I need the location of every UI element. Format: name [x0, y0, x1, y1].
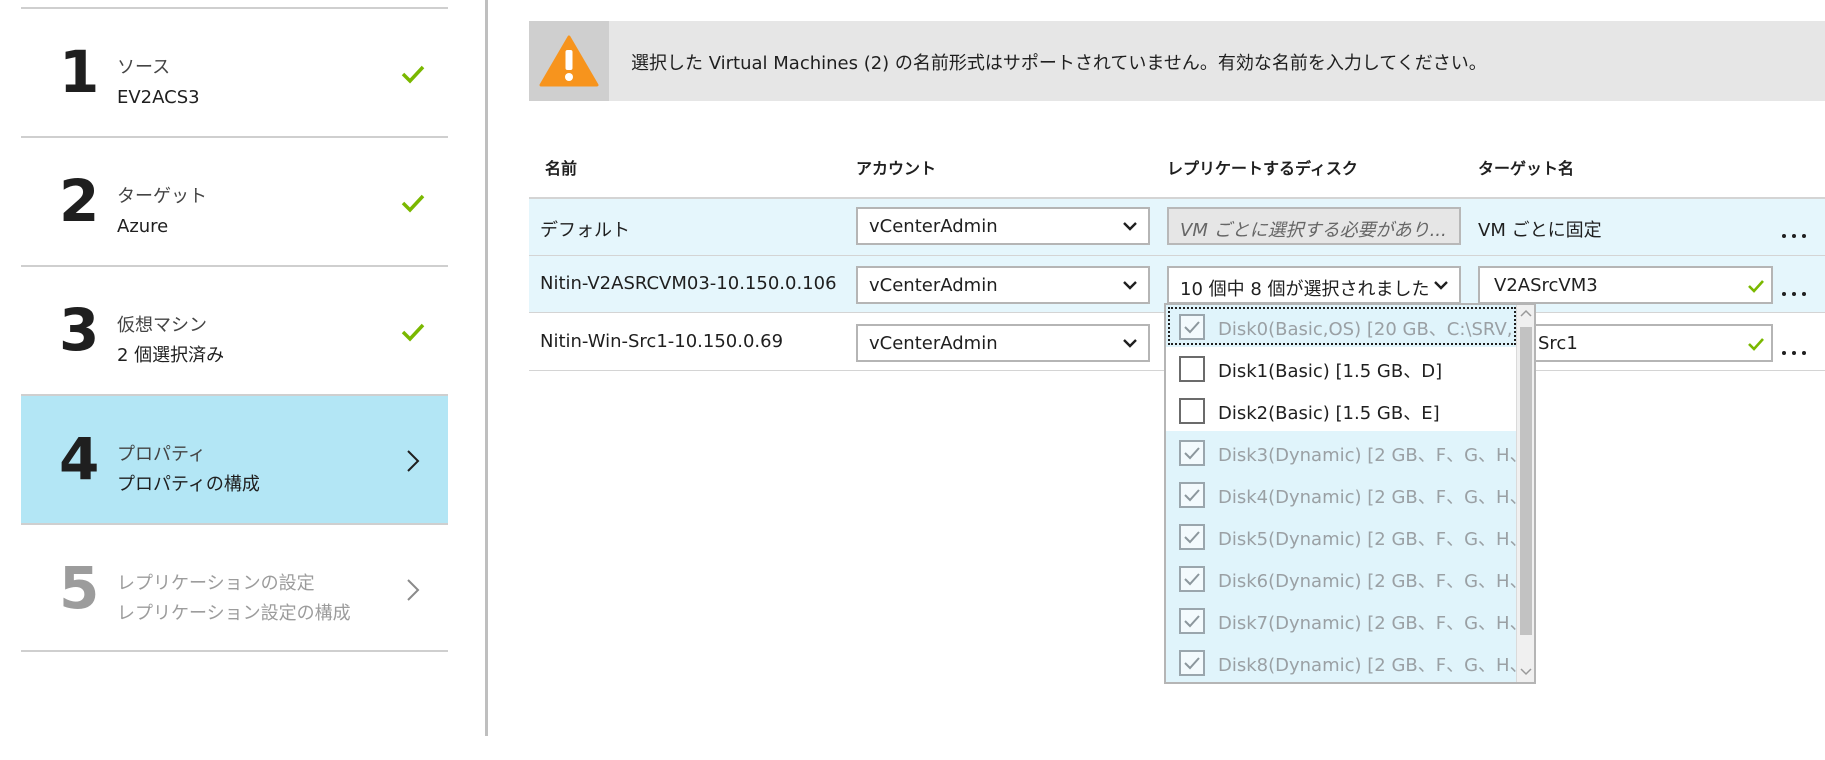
step-subtitle: レプリケーション設定の構成 [117, 603, 351, 624]
checkbox[interactable] [1179, 566, 1205, 592]
chevron-down-icon [1123, 222, 1137, 231]
warning-banner: 選択した Virtual Machines (2) の名前形式はサポートされてい… [529, 21, 1825, 101]
disk-option[interactable]: Disk5(Dynamic) [2 GB、F、G、H、I、J] [1166, 515, 1518, 557]
account-select[interactable]: vCenterAdmin [856, 266, 1150, 304]
step-title: プロパティ [117, 444, 206, 465]
disk-label: Disk4(Dynamic) [2 GB、F、G、H、I、J] [1218, 487, 1518, 508]
chevron-right-icon [407, 450, 420, 472]
chevron-down-icon [1123, 281, 1137, 290]
disk-label: Disk5(Dynamic) [2 GB、F、G、H、I、J] [1218, 529, 1518, 550]
checkmark-icon [1748, 338, 1764, 351]
step-title: ターゲット [117, 186, 207, 207]
checkbox[interactable] [1179, 608, 1205, 634]
more-options-icon[interactable] [1782, 290, 1806, 298]
checkmark-icon [1184, 489, 1200, 502]
column-header-name: 名前 [545, 159, 578, 178]
checkmark-icon [401, 194, 425, 213]
step-title: 仮想マシン [117, 315, 207, 336]
vm-name: Nitin-V2ASRCVM03-10.150.0.106 [540, 273, 837, 294]
vm-name: Nitin-Win-Src1-10.150.0.69 [540, 331, 784, 352]
step-subtitle: Azure [117, 216, 169, 237]
step-replication-settings[interactable]: 5 レプリケーションの設定 レプリケーション設定の構成 [21, 523, 448, 652]
disk-label: Disk8(Dynamic) [2 GB、F、G、H、I、J] [1218, 655, 1518, 676]
chevron-right-icon [407, 579, 420, 601]
checkmark-icon [1184, 615, 1200, 628]
step-virtual-machines[interactable]: 3 仮想マシン 2 個選択済み [21, 265, 448, 394]
disk-option[interactable]: Disk3(Dynamic) [2 GB、F、G、H、I、J] [1166, 431, 1518, 473]
disks-select[interactable]: 10 個中 8 個が選択されました [1167, 266, 1461, 304]
step-number: 1 [59, 38, 100, 106]
step-target[interactable]: 2 ターゲット Azure [21, 136, 448, 265]
checkmark-icon [1748, 280, 1764, 293]
disk-option[interactable]: Disk7(Dynamic) [2 GB、F、G、H、I、J] [1166, 599, 1518, 641]
disk-label: Disk6(Dynamic) [2 GB、F、G、H、I、J] [1218, 571, 1518, 592]
step-number: 2 [59, 167, 100, 235]
account-select[interactable]: vCenterAdmin [856, 324, 1150, 362]
step-number: 4 [59, 425, 100, 493]
disk-label: Disk1(Basic) [1.5 GB、D] [1218, 361, 1443, 382]
disk-label: Disk3(Dynamic) [2 GB、F、G、H、I、J] [1218, 445, 1518, 466]
disk-option[interactable]: Disk8(Dynamic) [2 GB、F、G、H、I、J] [1166, 641, 1518, 682]
checkmark-icon [1184, 531, 1200, 544]
column-header-disks: レプリケートするディスク [1167, 159, 1358, 178]
more-options-icon[interactable] [1782, 232, 1806, 240]
checkbox[interactable] [1179, 356, 1205, 382]
warning-message: 選択した Virtual Machines (2) の名前形式はサポートされてい… [631, 53, 1487, 74]
target-name-default: VM ごとに固定 [1478, 220, 1602, 241]
scroll-up-icon[interactable] [1520, 308, 1532, 318]
step-source[interactable]: 1 ソース EV2ACS3 [21, 7, 448, 136]
disk-label: Disk0(Basic,OS) [20 GB、C:\SRV, C] [1218, 319, 1518, 340]
checkmark-icon [401, 323, 425, 342]
column-header-target-name: ターゲット名 [1478, 159, 1575, 178]
checkbox[interactable] [1179, 398, 1205, 424]
dropdown-scrollbar[interactable] [1516, 305, 1534, 682]
target-name-input[interactable]: V2ASrcVM3 [1478, 266, 1773, 304]
disk-option[interactable]: Disk2(Basic) [1.5 GB、E] [1166, 389, 1518, 431]
checkmark-icon [401, 65, 425, 84]
step-title: レプリケーションの設定 [117, 573, 315, 594]
checkbox[interactable] [1179, 650, 1205, 676]
chevron-down-icon [1123, 339, 1137, 348]
column-header-account: アカウント [856, 159, 937, 178]
scrollbar-thumb[interactable] [1520, 327, 1532, 635]
checkbox[interactable] [1179, 482, 1205, 508]
warning-icon [539, 35, 599, 87]
checkbox[interactable] [1179, 440, 1205, 466]
disk-option[interactable]: Disk4(Dynamic) [2 GB、F、G、H、I、J] [1166, 473, 1518, 515]
wizard-steps: 1 ソース EV2ACS3 2 ターゲット Azure 3 仮想マシン 2 個選… [21, 7, 448, 652]
checkmark-icon [1184, 573, 1200, 586]
step-subtitle: プロパティの構成 [117, 474, 260, 495]
checkmark-icon [1184, 321, 1200, 334]
vm-name: デフォルト [540, 220, 630, 241]
disks-select-default: VM ごとに選択する必要があり... [1167, 207, 1461, 245]
step-number: 3 [59, 296, 100, 364]
checkmark-icon [1184, 657, 1200, 670]
checkbox[interactable] [1179, 524, 1205, 550]
disk-option[interactable]: Disk6(Dynamic) [2 GB、F、G、H、I、J] [1166, 557, 1518, 599]
step-number: 5 [59, 554, 100, 622]
step-subtitle: 2 個選択済み [117, 345, 225, 366]
checkbox[interactable] [1179, 314, 1205, 340]
disk-selection-dropdown[interactable]: Disk0(Basic,OS) [20 GB、C:\SRV, C] Disk1(… [1164, 303, 1536, 684]
disk-label: Disk2(Basic) [1.5 GB、E] [1218, 403, 1440, 424]
step-subtitle: EV2ACS3 [117, 87, 200, 108]
more-options-icon[interactable] [1782, 349, 1806, 357]
chevron-down-icon [1434, 281, 1448, 290]
disk-option[interactable]: Disk1(Basic) [1.5 GB、D] [1166, 347, 1518, 389]
disk-label: Disk7(Dynamic) [2 GB、F、G、H、I、J] [1218, 613, 1518, 634]
step-title: ソース [117, 57, 171, 78]
account-select-default[interactable]: vCenterAdmin [856, 207, 1150, 245]
panel-divider [485, 0, 488, 736]
checkmark-icon [1184, 447, 1200, 460]
step-properties[interactable]: 4 プロパティ プロパティの構成 [21, 394, 448, 523]
disk-option[interactable]: Disk0(Basic,OS) [20 GB、C:\SRV, C] [1166, 305, 1518, 347]
scroll-down-icon[interactable] [1520, 667, 1532, 677]
